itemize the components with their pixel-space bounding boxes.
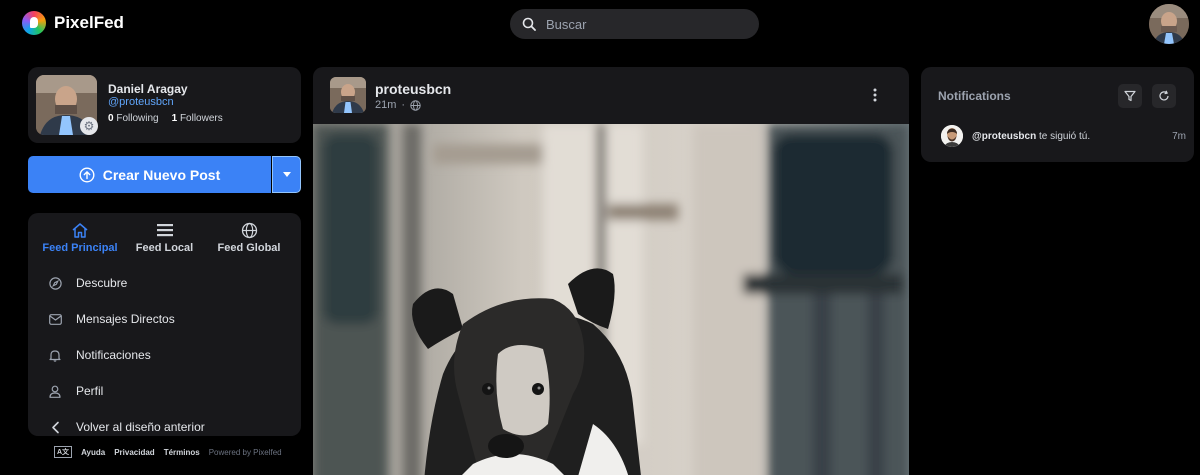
globe-icon	[410, 99, 421, 111]
post-card: proteusbcn 21m ·	[313, 67, 909, 475]
notifications-title: Notifications	[938, 89, 1011, 103]
home-icon	[71, 221, 89, 239]
search-input[interactable]	[546, 16, 736, 32]
more-options-icon[interactable]	[873, 88, 877, 102]
following-stat[interactable]: 0 Following	[108, 113, 159, 124]
tab-feed-principal-label: Feed Principal	[42, 242, 118, 254]
user-avatar[interactable]	[1149, 4, 1189, 44]
tab-feed-principal[interactable]: Feed Principal	[40, 221, 120, 254]
profile-name[interactable]: Daniel Aragay	[108, 82, 188, 96]
avatar-image	[1149, 4, 1189, 44]
tab-feed-local[interactable]: Feed Local	[125, 221, 205, 254]
bell-icon	[48, 349, 62, 362]
nav-list: Descubre Mensajes Directos Notificacione…	[48, 265, 298, 445]
notification-item[interactable]: @proteusbcn te siguió tú. 7m	[941, 124, 1186, 148]
create-post-dropdown[interactable]	[272, 156, 301, 193]
compass-icon	[48, 276, 62, 290]
refresh-button[interactable]	[1152, 84, 1176, 108]
list-icon	[156, 221, 174, 239]
nav-item-label: Notificaciones	[76, 348, 151, 362]
followers-count: 1	[171, 113, 178, 124]
language-icon[interactable]: A文	[54, 446, 73, 458]
post-author-avatar[interactable]	[330, 77, 366, 113]
followers-stat[interactable]: 1 Followers	[172, 113, 223, 124]
gear-icon[interactable]: ⚙	[80, 117, 98, 135]
nav-item-descubre[interactable]: Descubre	[48, 265, 298, 301]
notification-actor[interactable]: @proteusbcn	[972, 131, 1036, 142]
profile-handle[interactable]: @proteusbcn	[108, 96, 174, 108]
notification-text: @proteusbcn te siguió tú.	[972, 131, 1172, 142]
mail-icon	[48, 313, 62, 325]
upload-circle-icon	[79, 166, 95, 183]
post-meta: 21m ·	[375, 99, 421, 111]
nav-item-label: Perfil	[76, 384, 104, 398]
notification-time: 7m	[1172, 130, 1186, 142]
tab-feed-global[interactable]: Feed Global	[209, 221, 289, 254]
powered-by-text[interactable]: Powered by Pixelfed	[209, 448, 282, 457]
profile-stats: 0 Following 1 Followers	[108, 113, 223, 124]
notification-avatar[interactable]	[941, 125, 963, 147]
footer-links: A文 Ayuda Privacidad Términos Powered by …	[54, 446, 282, 458]
post-avatar-image	[330, 77, 366, 113]
followers-label: Followers	[179, 113, 223, 124]
user-icon	[48, 385, 62, 398]
profile-card: ⚙ Daniel Aragay @proteusbcn 0 Following …	[28, 67, 301, 143]
post-author-username[interactable]: proteusbcn	[375, 81, 451, 97]
create-post-label: Crear Nuevo Post	[102, 166, 221, 183]
dog-photo	[313, 124, 909, 475]
create-post-button[interactable]: Crear Nuevo Post	[28, 156, 271, 193]
nav-item-label: Volver al diseño anterior	[76, 420, 205, 434]
filter-icon	[1124, 90, 1136, 102]
following-label: Following	[116, 113, 159, 124]
footer-link-privacidad[interactable]: Privacidad	[114, 448, 154, 457]
top-bar: PixelFed	[0, 0, 1200, 48]
tab-feed-local-label: Feed Local	[135, 242, 194, 254]
pixelfed-logo-icon	[22, 11, 46, 35]
tab-feed-global-label: Feed Global	[217, 242, 281, 254]
following-count: 0	[108, 113, 114, 124]
notification-message: te siguió tú.	[1038, 130, 1091, 142]
nav-item-notificaciones[interactable]: Notificaciones	[48, 337, 298, 373]
refresh-icon	[1159, 90, 1169, 101]
nav-item-label: Mensajes Directos	[76, 312, 175, 326]
filter-button[interactable]	[1118, 84, 1142, 108]
nav-item-volver[interactable]: Volver al diseño anterior	[48, 409, 298, 445]
footer-link-terminos[interactable]: Términos	[164, 448, 200, 457]
search-icon	[522, 17, 536, 31]
app-name: PixelFed	[54, 13, 124, 32]
nav-item-mensajes[interactable]: Mensajes Directos	[48, 301, 298, 337]
notifications-card: Notifications @proteusbcn te siguió tú. …	[921, 67, 1194, 162]
post-image[interactable]	[313, 124, 909, 475]
navigation-card: Feed Principal Feed Local Feed Global De…	[28, 213, 301, 436]
search-bar[interactable]	[510, 9, 759, 39]
caret-down-icon	[282, 172, 291, 177]
nav-item-label: Descubre	[76, 276, 128, 290]
nav-item-perfil[interactable]: Perfil	[48, 373, 298, 409]
chevron-left-icon	[48, 421, 62, 434]
feed-tabs: Feed Principal Feed Local Feed Global	[28, 221, 301, 254]
post-time[interactable]: 21m	[375, 99, 396, 111]
footer-link-ayuda[interactable]: Ayuda	[81, 448, 105, 457]
globe-icon	[241, 221, 258, 239]
meta-separator: ·	[401, 99, 406, 111]
app-logo[interactable]: PixelFed	[22, 11, 124, 35]
